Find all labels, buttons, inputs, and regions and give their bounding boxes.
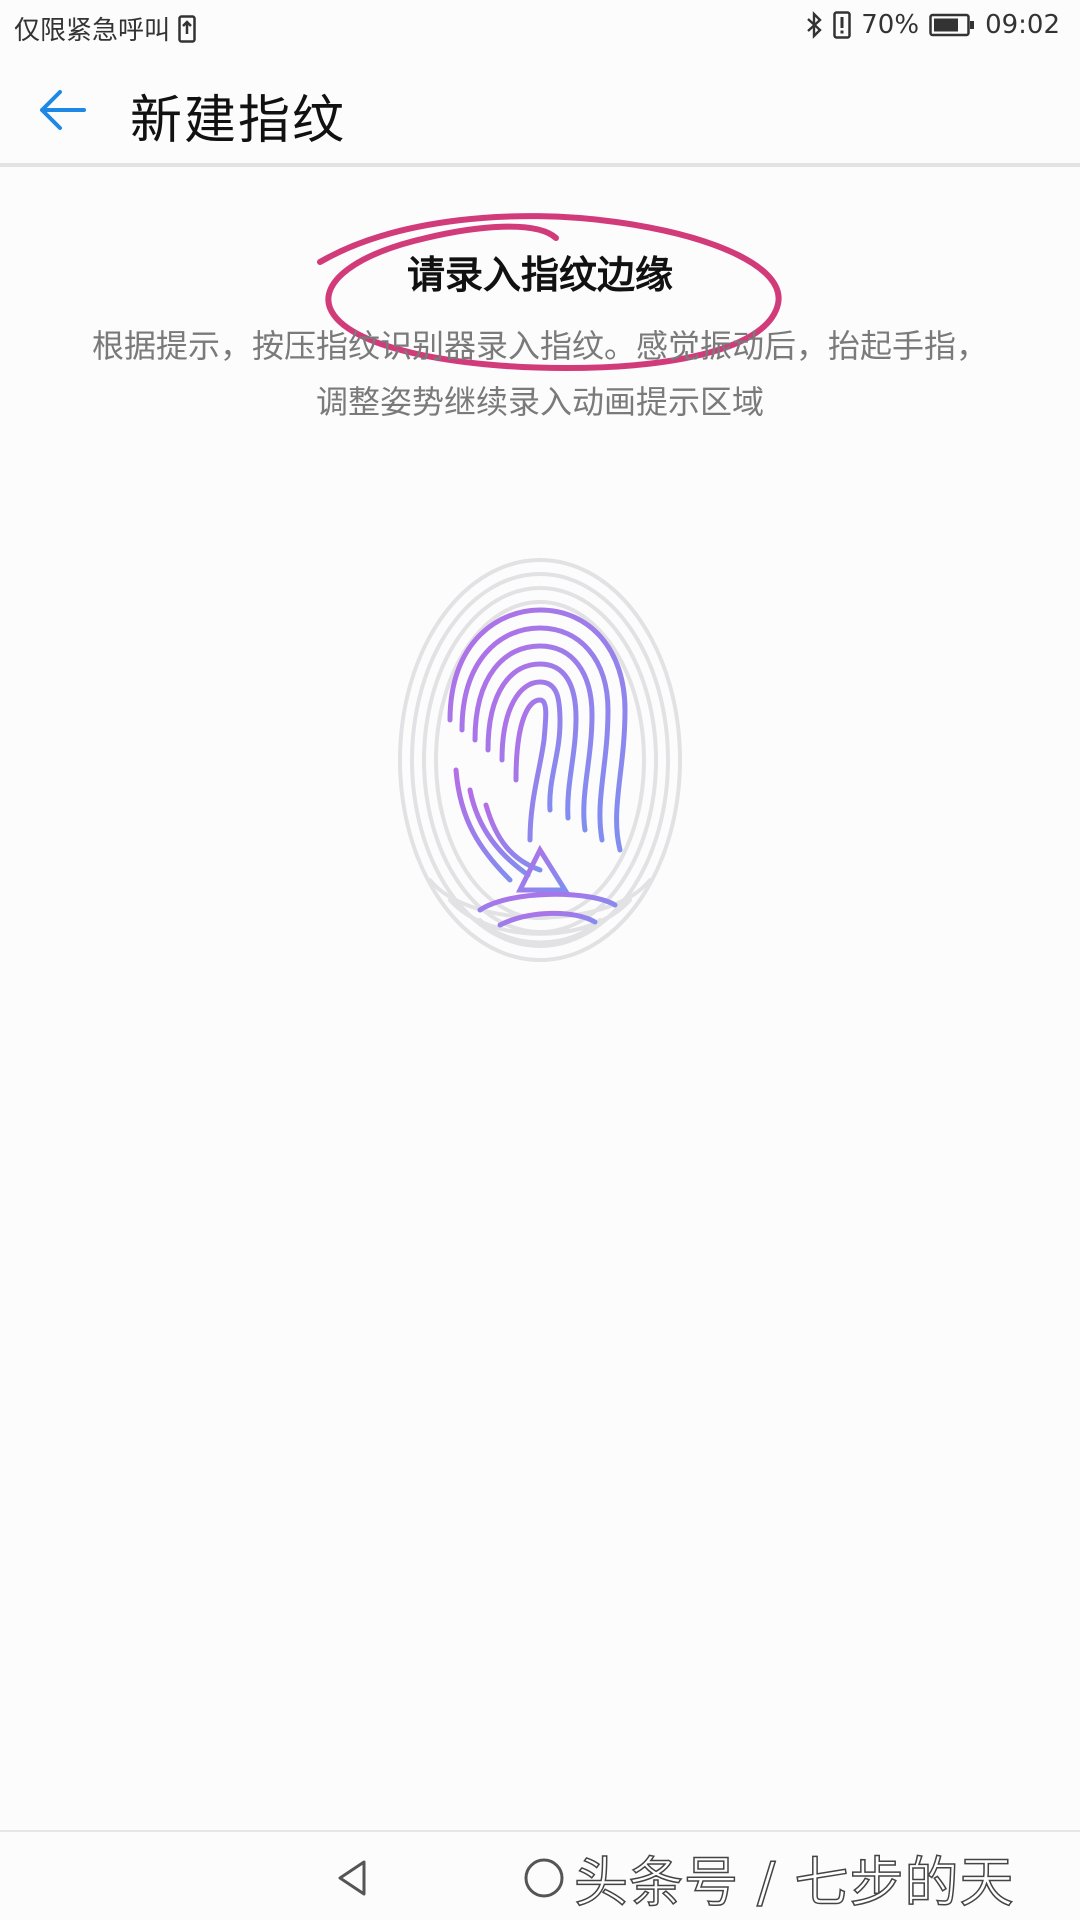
- status-right: 70% 09:02: [805, 10, 1060, 40]
- instruction-line-1: 根据提示，按压指纹识别器录入指纹。感觉振动后，抬起手指，: [91, 327, 988, 365]
- screen: 仅限紧急呼叫 70% 09:02 新建指纹 请录入指纹边缘 根据提示，按压指纹识…: [0, 0, 1080, 1920]
- battery-icon: [929, 13, 975, 37]
- instruction-line-2: 调整姿势继续录入动画提示区域: [315, 383, 764, 421]
- carrier-text: 仅限紧急呼叫: [14, 16, 171, 46]
- nav-home-icon: [524, 1858, 564, 1898]
- nav-back-button[interactable]: [330, 1856, 374, 1900]
- status-left: 仅限紧急呼叫: [14, 10, 196, 47]
- status-bar: 仅限紧急呼叫 70% 09:02: [0, 0, 1080, 56]
- navigation-bar: 头条号 / 七步的天: [0, 1830, 1080, 1920]
- sim-upload-icon: [178, 14, 196, 43]
- nav-home-button[interactable]: [522, 1856, 566, 1900]
- back-button[interactable]: [34, 84, 94, 136]
- alert-icon: [833, 11, 852, 39]
- arrow-left-icon: [40, 90, 86, 130]
- watermark-text: 头条号 / 七步的天: [573, 1850, 1015, 1915]
- app-bar-divider: [0, 163, 1080, 167]
- instruction-title: 请录入指纹边缘: [406, 253, 673, 297]
- bluetooth-icon: [805, 11, 823, 39]
- fingerprint-icon: [398, 558, 682, 962]
- instruction-text: 根据提示，按压指纹识别器录入指纹。感觉振动后，抬起手指， 调整姿势继续录入动画提…: [40, 318, 1040, 430]
- battery-percent: 70%: [861, 10, 920, 40]
- app-bar: 新建指纹: [0, 56, 1080, 164]
- status-time: 09:02: [985, 10, 1060, 40]
- nav-back-icon: [338, 1860, 366, 1896]
- page-title: 新建指纹: [130, 91, 347, 151]
